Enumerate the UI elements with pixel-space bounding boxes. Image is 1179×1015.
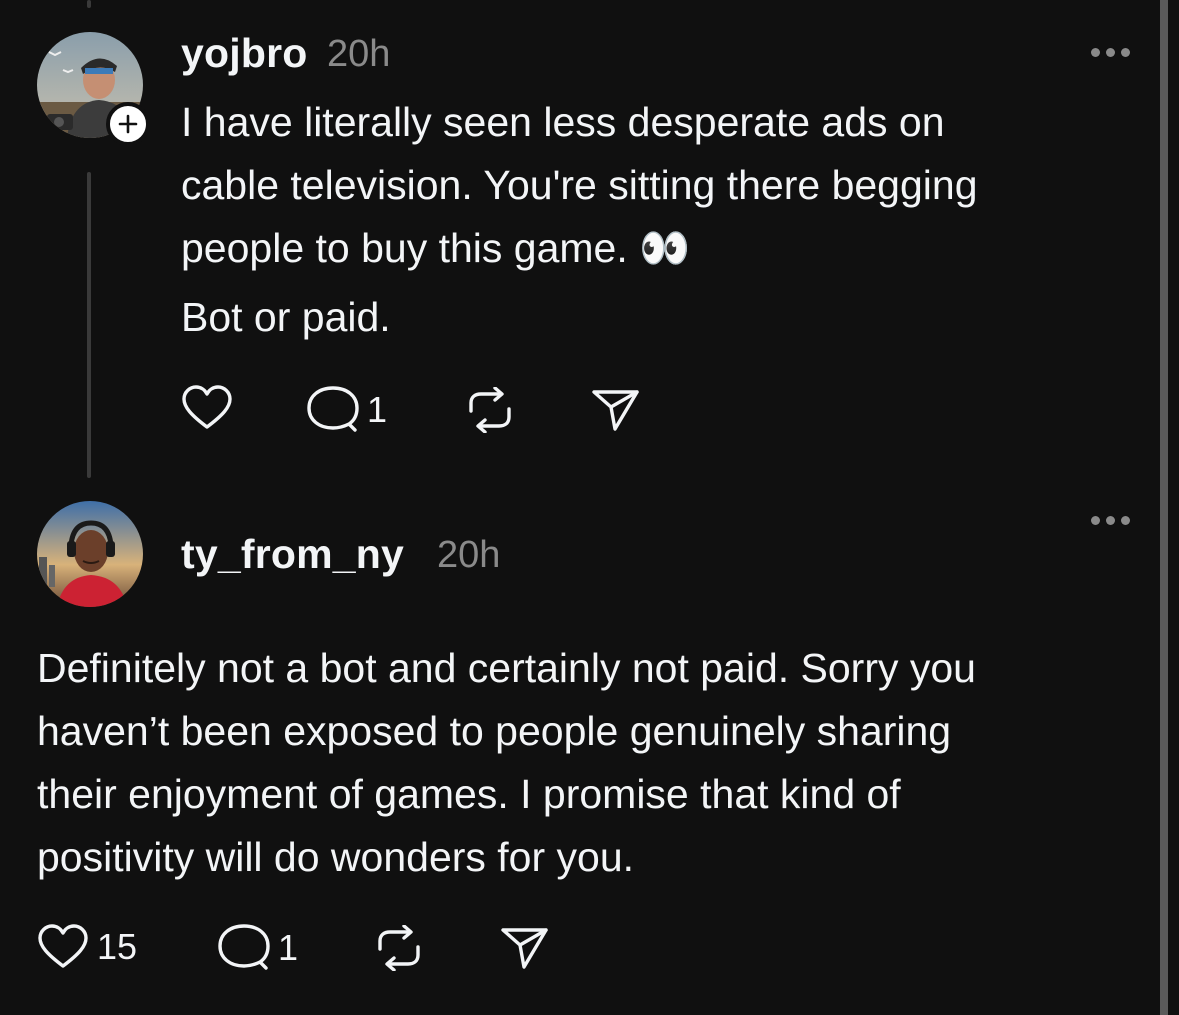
share-button[interactable] [591,388,641,432]
post-line: Definitely not a bot and certainly not p… [37,645,976,691]
comment-icon [218,924,270,970]
repost-button[interactable] [465,387,515,433]
post-line: haven’t been exposed to people genuinely… [37,708,952,754]
heart-icon [38,924,88,968]
post-line: positivity will do wonders for you. [37,834,635,880]
more-icon[interactable] [1091,516,1130,525]
post-time: 20h [437,534,501,576]
post-body: Definitely not a bot and certainly not p… [37,637,976,889]
share-button[interactable] [500,926,550,970]
username[interactable]: ty_from_ny [181,531,404,578]
avatar-ty-from-ny[interactable] [37,501,143,607]
reply-button[interactable]: 1 [218,924,298,972]
thread-line-top [87,0,91,8]
repost-button[interactable] [374,925,424,971]
post-line: their enjoyment of games. I promise that… [37,771,901,817]
reply-button[interactable]: 1 [307,386,387,434]
like-button[interactable] [181,385,241,431]
repost-icon [378,925,420,971]
more-icon[interactable] [1091,48,1130,57]
post-line: Bot or paid. [181,294,391,340]
post-line: people to buy this game. 👀 [181,225,691,271]
post-time: 20h [327,33,391,75]
send-icon [501,928,548,969]
post-body-extra: Bot or paid. [181,286,391,349]
like-count: 15 [97,926,138,967]
post-body: I have literally seen less desperate ads… [181,91,978,280]
repost-icon [469,387,511,433]
scrollbar[interactable] [1160,0,1168,1015]
comment-icon [307,386,359,432]
like-button[interactable]: 15 [37,924,137,970]
plus-icon [118,114,138,134]
heart-icon [182,385,232,429]
follow-button[interactable] [106,102,150,146]
reply-count: 1 [278,927,299,968]
post-line: I have literally seen less desperate ads… [181,99,945,145]
username[interactable]: yojbro [181,30,307,77]
send-icon [592,390,639,431]
thread-line [87,172,91,478]
reply-count: 1 [367,389,388,430]
post-line: cable television. You're sitting there b… [181,162,978,208]
